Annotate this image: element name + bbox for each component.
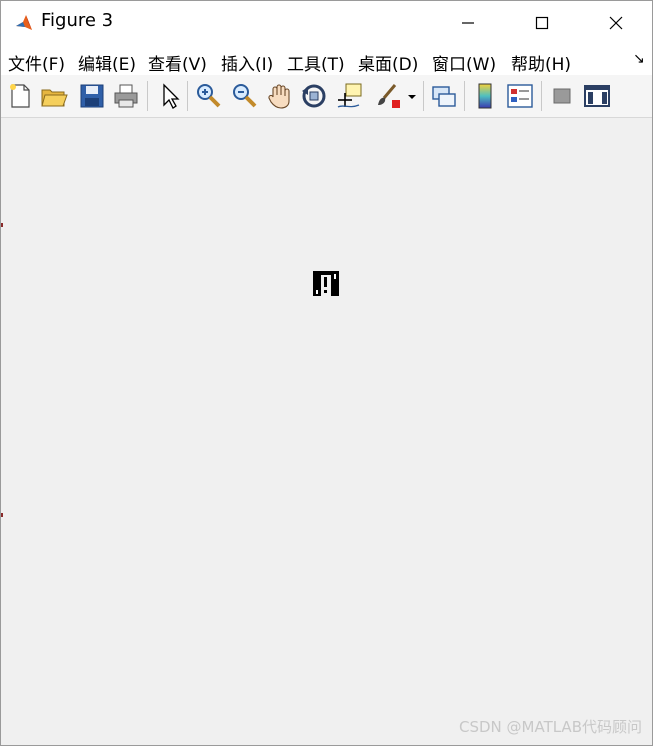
pan-icon bbox=[268, 84, 290, 109]
insert-colorbar-button[interactable] bbox=[470, 81, 500, 111]
window-title: Figure 3 bbox=[41, 10, 114, 31]
brush-button[interactable] bbox=[373, 81, 403, 111]
rotate-3d-button[interactable] bbox=[299, 81, 329, 111]
brush-icon bbox=[378, 84, 400, 108]
rotate-3d-icon bbox=[302, 84, 326, 108]
menu-file[interactable]: 文件(F) bbox=[8, 50, 65, 75]
menu-insert[interactable]: 插入(I) bbox=[221, 50, 273, 75]
insert-legend-icon bbox=[507, 84, 533, 108]
link-plot-button[interactable] bbox=[429, 81, 459, 111]
close-icon bbox=[609, 16, 623, 30]
edge-mark bbox=[1, 513, 3, 517]
show-plot-tools-icon bbox=[584, 85, 610, 107]
brush-dropdown-icon bbox=[408, 95, 416, 99]
matlab-logo-icon bbox=[14, 13, 34, 33]
zoom-out-button[interactable] bbox=[229, 81, 259, 111]
edit-plot-button[interactable] bbox=[155, 81, 185, 111]
edge-mark bbox=[1, 223, 3, 227]
toolbar-separator bbox=[147, 81, 148, 111]
maximize-button[interactable] bbox=[507, 1, 577, 45]
brush-dropdown-button[interactable] bbox=[405, 81, 419, 111]
zoom-out-icon bbox=[233, 84, 257, 108]
insert-colorbar-icon bbox=[478, 83, 492, 109]
toolbar-overflow-icon[interactable]: ↘ bbox=[633, 51, 645, 67]
figure-window: Figure 3 文件(F) 编辑(E) 查看(V) 插入(I) 工具(T) 桌… bbox=[0, 0, 653, 746]
insert-legend-button[interactable] bbox=[505, 81, 535, 111]
figure-canvas[interactable]: CSDN @MATLAB代码顾问 bbox=[1, 118, 652, 745]
menu-view[interactable]: 查看(V) bbox=[148, 50, 207, 75]
hide-plot-tools-icon bbox=[553, 88, 571, 104]
open-file-icon bbox=[41, 89, 68, 107]
toolbar-separator bbox=[541, 81, 542, 111]
data-cursor-icon bbox=[337, 83, 362, 108]
hide-plot-tools-button[interactable] bbox=[547, 81, 577, 111]
title-bar[interactable]: Figure 3 bbox=[1, 1, 652, 45]
minimize-button[interactable] bbox=[433, 1, 503, 45]
print-button[interactable] bbox=[111, 81, 141, 111]
open-file-button[interactable] bbox=[39, 81, 69, 111]
link-plot-icon bbox=[432, 86, 456, 107]
new-figure-button[interactable] bbox=[5, 81, 35, 111]
save-button[interactable] bbox=[77, 81, 107, 111]
menu-bar: 文件(F) 编辑(E) 查看(V) 插入(I) 工具(T) 桌面(D) 窗口(W… bbox=[1, 45, 652, 75]
figure-toolbar bbox=[1, 75, 652, 118]
new-figure-icon bbox=[10, 84, 30, 108]
plot-glyph bbox=[313, 271, 339, 296]
zoom-in-button[interactable] bbox=[193, 81, 223, 111]
menu-tools[interactable]: 工具(T) bbox=[287, 50, 345, 75]
show-plot-tools-button[interactable] bbox=[582, 81, 612, 111]
menu-edit[interactable]: 编辑(E) bbox=[78, 50, 136, 75]
menu-window[interactable]: 窗口(W) bbox=[432, 50, 496, 75]
toolbar-separator bbox=[423, 81, 424, 111]
close-button[interactable] bbox=[581, 1, 651, 45]
zoom-in-icon bbox=[197, 84, 221, 108]
menu-help[interactable]: 帮助(H) bbox=[511, 50, 571, 75]
save-icon bbox=[80, 84, 104, 108]
print-icon bbox=[114, 84, 138, 108]
pan-button[interactable] bbox=[265, 81, 295, 111]
toolbar-separator bbox=[464, 81, 465, 111]
watermark: CSDN @MATLAB代码顾问 bbox=[459, 718, 642, 736]
maximize-icon bbox=[535, 16, 549, 30]
minimize-icon bbox=[462, 22, 474, 24]
toolbar-separator bbox=[187, 81, 188, 111]
data-cursor-button[interactable] bbox=[335, 81, 365, 111]
menu-desktop[interactable]: 桌面(D) bbox=[358, 50, 418, 75]
edit-plot-icon bbox=[163, 83, 180, 109]
